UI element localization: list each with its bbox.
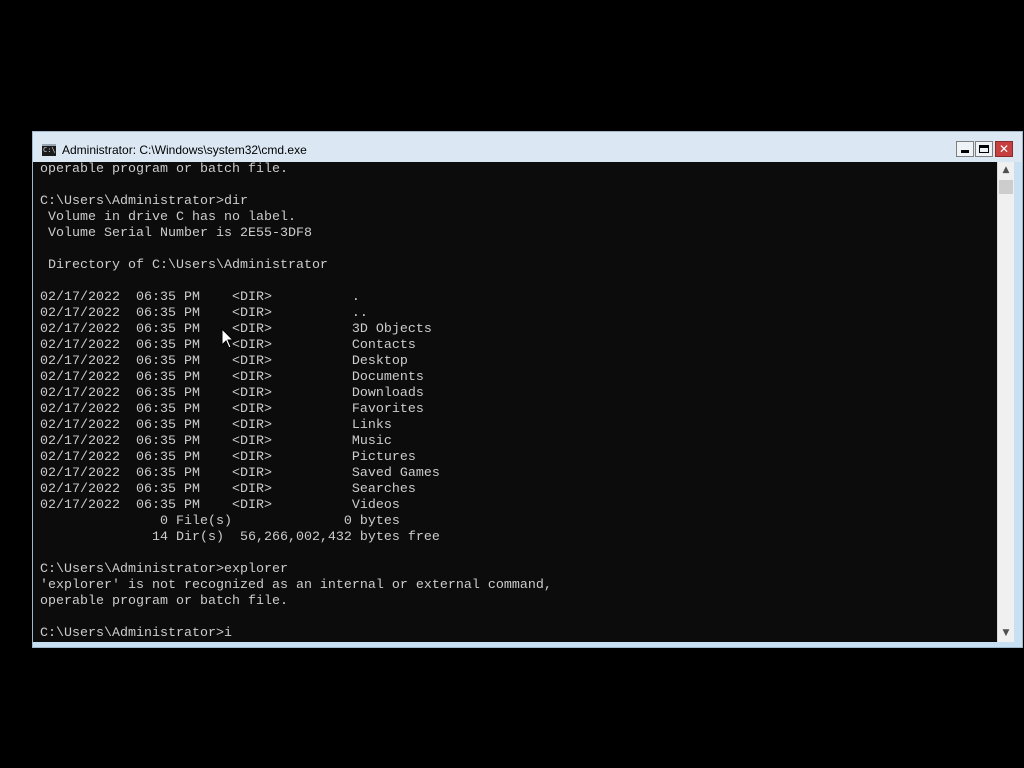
- close-button[interactable]: ✕: [995, 141, 1013, 157]
- console-line: 02/17/2022 06:35 PM <DIR> ..: [40, 306, 368, 321]
- console-line: 02/17/2022 06:35 PM <DIR> Pictures: [40, 450, 416, 465]
- console-line: 02/17/2022 06:35 PM <DIR> Downloads: [40, 386, 424, 401]
- scroll-up-button[interactable]: ▲: [998, 162, 1014, 179]
- console-line: 02/17/2022 06:35 PM <DIR> Links: [40, 418, 392, 433]
- console-line: C:\Users\Administrator>i: [40, 626, 232, 641]
- mouse-pointer-icon: [221, 328, 235, 349]
- close-icon: ✕: [998, 142, 1010, 156]
- console-line: operable program or batch file.: [40, 594, 288, 609]
- console-line: 0 File(s) 0 bytes: [40, 514, 400, 529]
- console-line: C:\Users\Administrator>dir: [40, 194, 248, 209]
- console-line: Directory of C:\Users\Administrator: [40, 258, 328, 273]
- console-line: 02/17/2022 06:35 PM <DIR> Documents: [40, 370, 424, 385]
- console-lines: operable program or batch file. C:\Users\…: [40, 162, 552, 642]
- console-output[interactable]: operable program or batch file. C:\Users\…: [33, 162, 997, 642]
- console-line: 02/17/2022 06:35 PM <DIR> Videos: [40, 498, 400, 513]
- window-bottom-border: [33, 642, 1014, 647]
- console-line: 'explorer' is not recognized as an inter…: [40, 578, 552, 593]
- console-line: 02/17/2022 06:35 PM <DIR> 3D Objects: [40, 322, 432, 337]
- cmd-icon[interactable]: C:\: [42, 144, 56, 156]
- console-line: 02/17/2022 06:35 PM <DIR> Music: [40, 434, 392, 449]
- cmd-icon-text: C:\: [43, 146, 56, 154]
- console-line: 02/17/2022 06:35 PM <DIR> Saved Games: [40, 466, 440, 481]
- console-line: operable program or batch file.: [40, 162, 288, 177]
- title-bar[interactable]: C:\ Administrator: C:\Windows\system32\c…: [33, 132, 1022, 162]
- vertical-scrollbar[interactable]: ▲ ▼: [997, 162, 1014, 642]
- console-line: 14 Dir(s) 56,266,002,432 bytes free: [40, 530, 440, 545]
- maximize-button[interactable]: [975, 141, 993, 157]
- minimize-button[interactable]: [956, 141, 974, 157]
- console-line: 02/17/2022 06:35 PM <DIR> Contacts: [40, 338, 416, 353]
- scroll-thumb[interactable]: [999, 180, 1013, 194]
- console-line: 02/17/2022 06:35 PM <DIR> .: [40, 290, 360, 305]
- cmd-window[interactable]: C:\ Administrator: C:\Windows\system32\c…: [32, 131, 1023, 648]
- console-line: 02/17/2022 06:35 PM <DIR> Favorites: [40, 402, 424, 417]
- window-title: Administrator: C:\Windows\system32\cmd.e…: [62, 143, 307, 157]
- console-line: 02/17/2022 06:35 PM <DIR> Desktop: [40, 354, 408, 369]
- scroll-down-button[interactable]: ▼: [998, 625, 1014, 642]
- console-line: C:\Users\Administrator>explorer: [40, 562, 288, 577]
- console-line: Volume in drive C has no label.: [40, 210, 296, 225]
- console-line: Volume Serial Number is 2E55-3DF8: [40, 226, 312, 241]
- console-line: 02/17/2022 06:35 PM <DIR> Searches: [40, 482, 416, 497]
